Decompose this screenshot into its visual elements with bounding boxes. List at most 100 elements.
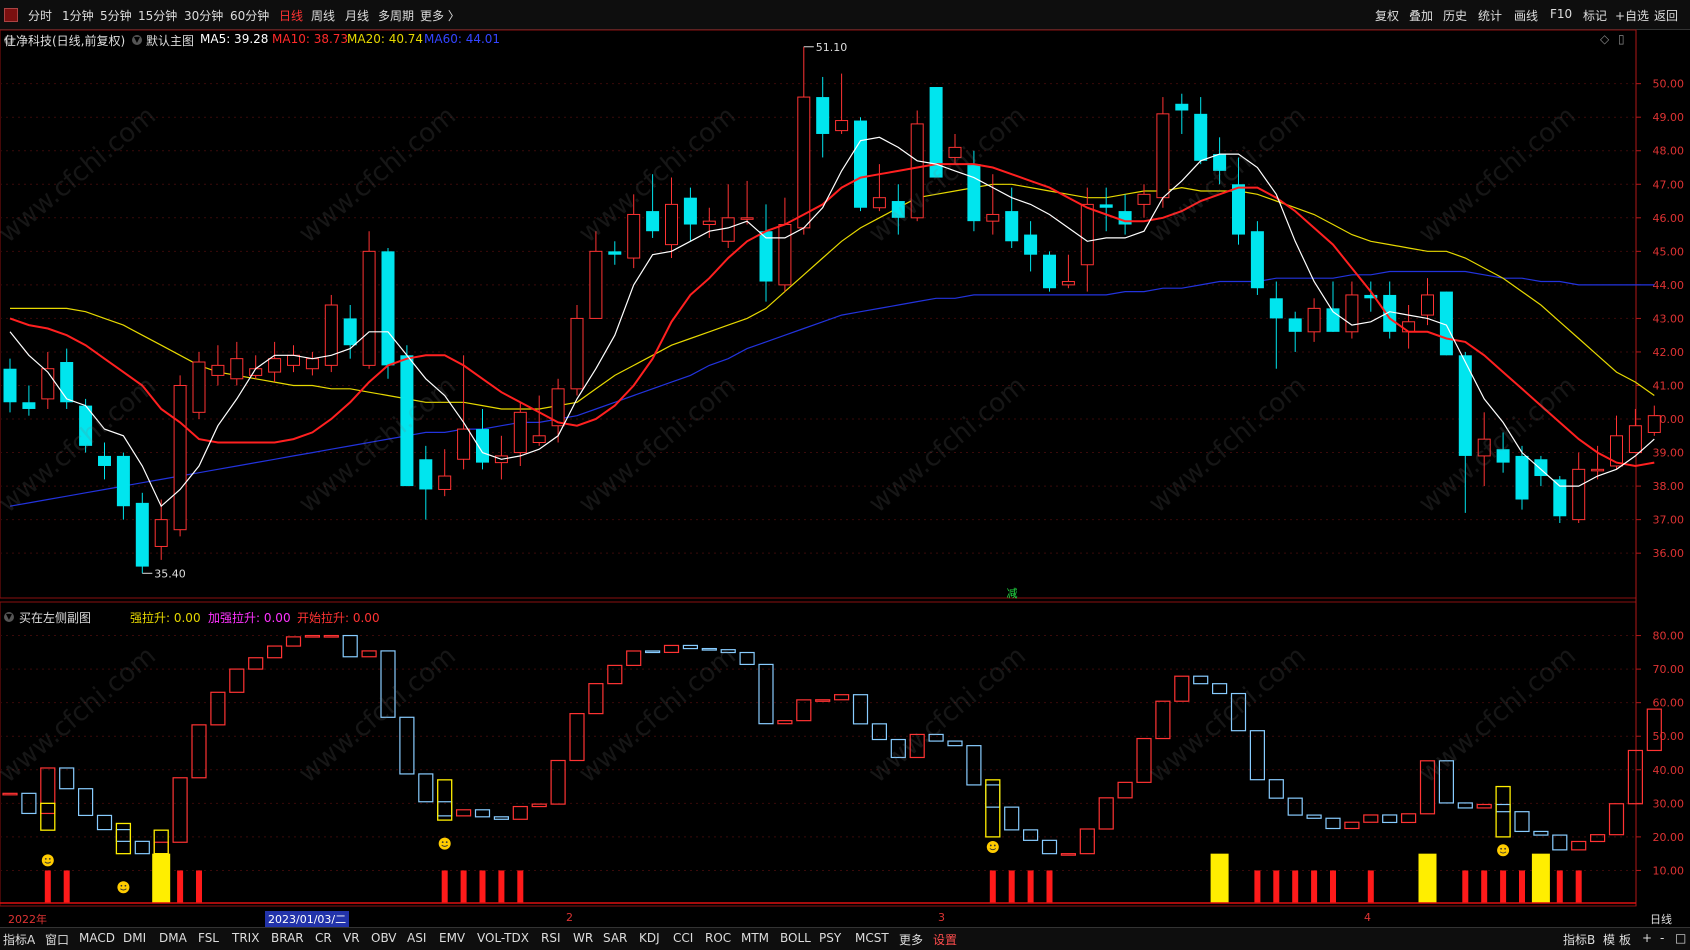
oscillator-box bbox=[418, 773, 434, 803]
signal-bar bbox=[1330, 870, 1336, 903]
y-tick-label: 41.00 bbox=[1653, 379, 1685, 392]
oscillator-box bbox=[229, 668, 245, 693]
indicator-tab[interactable]: 窗口 bbox=[45, 931, 69, 948]
oscillator-box bbox=[437, 801, 453, 817]
signal-bar bbox=[63, 870, 70, 903]
indicator-tab[interactable]: BRAR bbox=[271, 931, 304, 945]
candle-body-down bbox=[419, 459, 433, 490]
indicator-tab[interactable]: FSL bbox=[198, 931, 219, 945]
signal-bar bbox=[152, 853, 171, 903]
kline-chart[interactable]: 50.00 49.00 48.00 47.00 46.00 45.00 44.00 43.00… bbox=[0, 0, 1690, 949]
indicator-tab[interactable]: CCI bbox=[673, 931, 693, 945]
indicator-tab[interactable]: WR bbox=[573, 931, 593, 945]
signal-box bbox=[115, 822, 132, 855]
signal-bar bbox=[1210, 853, 1229, 903]
y-tick-label: 43.00 bbox=[1653, 312, 1685, 325]
signal-bar bbox=[460, 870, 467, 903]
indicator-tab[interactable]: OBV bbox=[371, 931, 397, 945]
indicator-tab[interactable]: DMI bbox=[123, 931, 146, 945]
y-tick-label: 46.00 bbox=[1653, 212, 1685, 225]
oscillator-box bbox=[323, 634, 339, 638]
indicator-tab[interactable]: BOLL bbox=[780, 931, 811, 945]
sub-frame bbox=[0, 601, 1637, 907]
indicator-tab[interactable]: VOL-TDX bbox=[477, 931, 529, 945]
candle-body-up bbox=[778, 224, 792, 286]
oscillator-box bbox=[569, 713, 585, 762]
oscillator-box bbox=[1155, 700, 1171, 740]
smiley-icon bbox=[438, 837, 451, 850]
indicator-tab[interactable]: 指标A bbox=[3, 931, 35, 948]
indicator-tab[interactable]: RSI bbox=[541, 931, 561, 945]
candle-body-up bbox=[268, 358, 282, 373]
oscillator-box bbox=[399, 716, 415, 775]
indicator-tab[interactable]: 设置 bbox=[933, 931, 957, 948]
candle-body-down bbox=[116, 455, 130, 507]
signal-bar bbox=[1254, 870, 1261, 903]
signal-bar bbox=[1311, 870, 1318, 903]
indicator-tab[interactable]: MTM bbox=[741, 931, 769, 945]
oscillator-box bbox=[1476, 803, 1492, 809]
oscillator-box bbox=[1438, 760, 1455, 804]
signal-bar bbox=[1481, 870, 1488, 903]
indicator-tab[interactable]: VR bbox=[343, 931, 360, 945]
oscillator-box bbox=[2, 792, 18, 796]
indicator-tab[interactable]: PSY bbox=[819, 931, 841, 945]
indicator-tab[interactable]: ROC bbox=[705, 931, 731, 945]
oscillator-box bbox=[115, 829, 132, 842]
candle-body-up bbox=[305, 358, 319, 370]
indicator-tab[interactable]: MCST bbox=[855, 931, 889, 945]
smiley-eye bbox=[120, 884, 123, 887]
candle-body-up bbox=[872, 197, 886, 209]
indicator-tab[interactable]: MACD bbox=[79, 931, 115, 945]
smiley-icon bbox=[41, 854, 54, 867]
candle-body-down bbox=[1288, 318, 1302, 332]
oscillator-box bbox=[77, 788, 94, 817]
smiley-eye bbox=[124, 884, 127, 887]
indicator-tabs: 指标A 窗口 MACD DMI DMA FSL TRIX BRAR CR VR OBV ASI EMV V… bbox=[0, 927, 1690, 950]
oscillator-box bbox=[909, 733, 925, 759]
candle-body-down bbox=[816, 97, 830, 134]
period-label: 日线 bbox=[1650, 913, 1672, 926]
indicator-tab[interactable]: KDJ bbox=[639, 931, 660, 945]
indicator-tab[interactable]: CR bbox=[315, 931, 332, 945]
right-tab[interactable]: - bbox=[1660, 931, 1664, 945]
signal-bar bbox=[1531, 853, 1550, 903]
candle-body-up bbox=[154, 519, 168, 547]
signal-box bbox=[985, 779, 1001, 838]
signal-bar bbox=[196, 870, 202, 903]
candle-body-down bbox=[381, 251, 395, 366]
smiley-eye bbox=[48, 857, 51, 860]
signal-box bbox=[40, 802, 56, 831]
oscillator-box bbox=[531, 803, 547, 808]
candle-body-down bbox=[1496, 449, 1510, 463]
candle-body-down bbox=[135, 502, 149, 567]
right-tab[interactable]: 板 bbox=[1619, 931, 1631, 948]
indicator-tab[interactable]: TRIX bbox=[232, 931, 259, 945]
right-tab[interactable]: 指标B bbox=[1563, 931, 1595, 948]
indicator-tab[interactable]: ASI bbox=[407, 931, 426, 945]
indicator-tab[interactable]: SAR bbox=[603, 931, 627, 945]
candle-body-down bbox=[1194, 113, 1208, 161]
high-price-label: 51.10 bbox=[816, 41, 848, 54]
candle-body-down bbox=[967, 164, 981, 222]
candle-body-down bbox=[1269, 298, 1283, 319]
right-tab[interactable]: 模 bbox=[1603, 931, 1615, 948]
date-axis: 2022年 2023/01/03/二 2 3 4 日线 bbox=[0, 909, 1690, 927]
indicator-tab[interactable]: EMV bbox=[439, 931, 465, 945]
right-tab[interactable]: □ bbox=[1675, 931, 1686, 945]
y-tick-label: 47.00 bbox=[1653, 178, 1685, 191]
sub-y-tick-label: 80.00 bbox=[1653, 630, 1685, 643]
oscillator-box bbox=[59, 767, 75, 790]
candle-body-down bbox=[343, 318, 357, 346]
signal-box bbox=[437, 779, 453, 821]
signal-bar bbox=[1519, 870, 1525, 903]
indicator-tab[interactable]: DMA bbox=[159, 931, 187, 945]
candle-body-down bbox=[608, 251, 622, 255]
oscillator-box bbox=[96, 814, 113, 831]
candle-body-up bbox=[721, 217, 735, 242]
right-tab[interactable]: + bbox=[1642, 931, 1652, 945]
candle-body-up bbox=[702, 220, 716, 226]
candle-body-down bbox=[1005, 211, 1019, 242]
signal-bar bbox=[517, 870, 524, 903]
indicator-tab[interactable]: 更多 bbox=[899, 931, 923, 948]
